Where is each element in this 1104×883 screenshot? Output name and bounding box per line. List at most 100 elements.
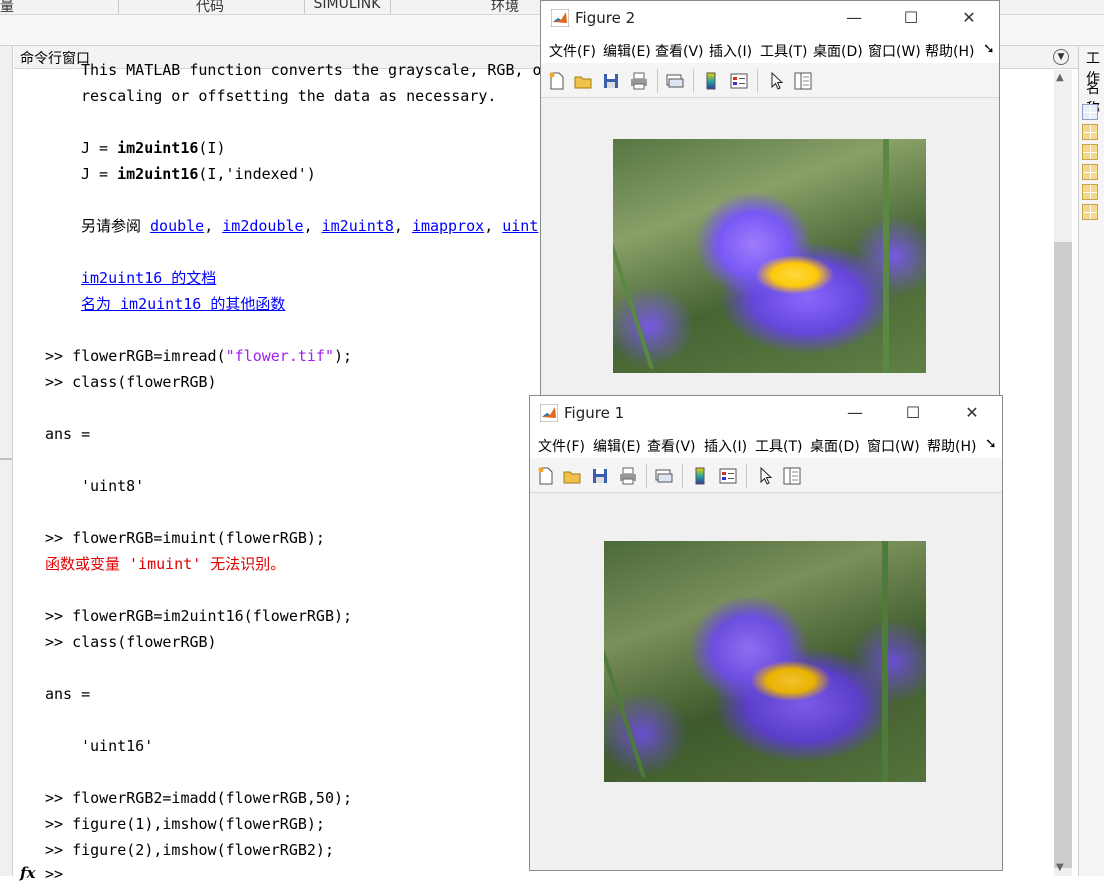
other-functions-link[interactable]: 名为 im2uint16 的其他函数 (81, 295, 285, 313)
see-also-line: 另请参阅 double, im2double, im2uint8, imappr… (81, 217, 539, 235)
char-variable-icon[interactable] (1082, 104, 1098, 120)
figure-titlebar[interactable]: Figure 1 — ☐ ✕ (530, 396, 1002, 430)
close-icon[interactable]: ✕ (951, 5, 987, 31)
save-icon[interactable] (590, 466, 610, 486)
menu-view[interactable]: 查看(V) (647, 436, 696, 456)
print-icon[interactable] (618, 466, 638, 486)
see-also-link-double[interactable]: double (150, 217, 204, 235)
see-also-link-imapprox[interactable]: imapprox (412, 217, 484, 235)
menu-file[interactable]: 文件(F) (538, 436, 585, 456)
pointer-icon[interactable] (767, 71, 787, 91)
menu-insert[interactable]: 插入(I) (709, 41, 752, 61)
function-browser-icon[interactable]: fx (20, 864, 35, 882)
menu-view[interactable]: 查看(V) (655, 41, 704, 61)
command-text: >> flowerRGB=imread( (45, 347, 226, 365)
left-panel-splitter[interactable] (0, 458, 12, 460)
see-also-link-im2uint8[interactable]: im2uint8 (322, 217, 394, 235)
scrollbar-thumb[interactable] (1054, 242, 1072, 868)
pointer-icon[interactable] (756, 466, 776, 486)
figure-1-window[interactable]: Figure 1 — ☐ ✕ 文件(F) 编辑(E) 查看(V) 插入(I) 工… (529, 395, 1003, 871)
menu-tools[interactable]: 工具(T) (760, 41, 807, 61)
colorbar-icon[interactable] (690, 466, 710, 486)
image-detail (882, 541, 888, 782)
command-line: >> flowerRGB=imread("flower.tif"); (45, 347, 352, 365)
matrix-variable-icon[interactable] (1082, 204, 1098, 220)
matrix-variable-icon[interactable] (1082, 124, 1098, 140)
see-also-label: 另请参阅 (81, 217, 151, 235)
syntax-args: (I) (198, 139, 226, 157)
open-file-icon[interactable] (573, 71, 593, 91)
menu-edit[interactable]: 编辑(E) (603, 41, 651, 61)
toolbar-divider (646, 464, 647, 488)
menu-desktop[interactable]: 桌面(D) (813, 41, 863, 61)
flower-image[interactable] (613, 139, 926, 373)
property-inspector-icon[interactable] (782, 466, 802, 486)
figure-title: Figure 2 (575, 9, 636, 27)
output-value: 'uint16' (81, 737, 154, 755)
toolstrip-section-code[interactable]: 代码 (150, 0, 270, 15)
maximize-icon[interactable]: ☐ (895, 400, 931, 426)
syntax-function: im2uint16 (117, 165, 199, 183)
toolstrip-section-variable[interactable]: 量 (0, 0, 14, 15)
print-icon[interactable] (629, 71, 649, 91)
menu-help[interactable]: 帮助(H) (925, 41, 974, 61)
scroll-up-icon[interactable]: ▲ (1056, 72, 1064, 83)
documentation-link[interactable]: im2uint16 的文档 (81, 269, 216, 287)
matlab-logo-icon (551, 9, 569, 27)
menu-overflow-icon[interactable]: ➘ (985, 436, 997, 452)
new-figure-icon[interactable] (547, 71, 567, 91)
colorbar-icon[interactable] (701, 71, 721, 91)
syntax-function: im2uint16 (117, 139, 199, 157)
help-text-line: rescaling or offsetting the data as nece… (81, 87, 497, 105)
command-prompt[interactable]: >> (45, 865, 63, 883)
close-icon[interactable]: ✕ (954, 400, 990, 426)
menu-help[interactable]: 帮助(H) (927, 436, 976, 456)
link-plot-icon[interactable] (665, 71, 685, 91)
image-detail (604, 604, 646, 779)
menu-overflow-icon[interactable]: ➘ (983, 41, 995, 57)
left-panel-strip[interactable] (0, 46, 13, 876)
maximize-icon[interactable]: ☐ (893, 5, 929, 31)
matrix-variable-icon[interactable] (1082, 164, 1098, 180)
legend-icon[interactable] (718, 466, 738, 486)
flower-image[interactable] (604, 541, 926, 782)
menu-edit[interactable]: 编辑(E) (593, 436, 641, 456)
property-inspector-icon[interactable] (793, 71, 813, 91)
syntax-prefix: J = (81, 139, 118, 157)
menu-file[interactable]: 文件(F) (549, 41, 596, 61)
toolstrip-section-environment[interactable]: 环境 (470, 0, 540, 15)
command-line: >> flowerRGB=imuint(flowerRGB); (45, 529, 325, 547)
scroll-down-icon[interactable]: ▼ (1056, 862, 1064, 873)
menu-tools[interactable]: 工具(T) (755, 436, 802, 456)
toolbar-divider (746, 464, 747, 488)
minimize-icon[interactable]: — (836, 5, 872, 31)
toolbar-divider (657, 69, 658, 93)
menu-window[interactable]: 窗口(W) (868, 41, 921, 61)
minimize-icon[interactable]: — (837, 400, 873, 426)
see-also-link-uint[interactable]: uint (502, 217, 538, 235)
menu-desktop[interactable]: 桌面(D) (810, 436, 860, 456)
see-also-link-im2double[interactable]: im2double (222, 217, 303, 235)
command-line: >> figure(1),imshow(flowerRGB); (45, 815, 325, 833)
toolbar-divider (682, 464, 683, 488)
menu-insert[interactable]: 插入(I) (704, 436, 747, 456)
matrix-variable-icon[interactable] (1082, 144, 1098, 160)
figure-titlebar[interactable]: Figure 2 — ☐ ✕ (541, 1, 999, 35)
toolstrip-section-simulink[interactable]: SIMULINK (306, 0, 388, 14)
panel-actions-icon[interactable]: ▼ (1053, 49, 1069, 65)
command-line: >> flowerRGB2=imadd(flowerRGB,50); (45, 789, 353, 807)
command-text: ); (334, 347, 353, 365)
command-window-title: 命令行窗口 (20, 51, 90, 67)
command-line: >> class(flowerRGB) (45, 373, 217, 391)
figure-menubar: 文件(F) 编辑(E) 查看(V) 插入(I) 工具(T) 桌面(D) 窗口(W… (530, 430, 1002, 458)
figure-2-window[interactable]: Figure 2 — ☐ ✕ 文件(F) 编辑(E) 查看(V) 插入(I) 工… (540, 0, 1000, 396)
toolstrip-divider (118, 0, 119, 14)
save-icon[interactable] (601, 71, 621, 91)
matrix-variable-icon[interactable] (1082, 184, 1098, 200)
open-file-icon[interactable] (562, 466, 582, 486)
help-text-line: This MATLAB function converts the graysc… (81, 61, 542, 79)
legend-icon[interactable] (729, 71, 749, 91)
link-plot-icon[interactable] (654, 466, 674, 486)
menu-window[interactable]: 窗口(W) (867, 436, 920, 456)
new-figure-icon[interactable] (536, 466, 556, 486)
